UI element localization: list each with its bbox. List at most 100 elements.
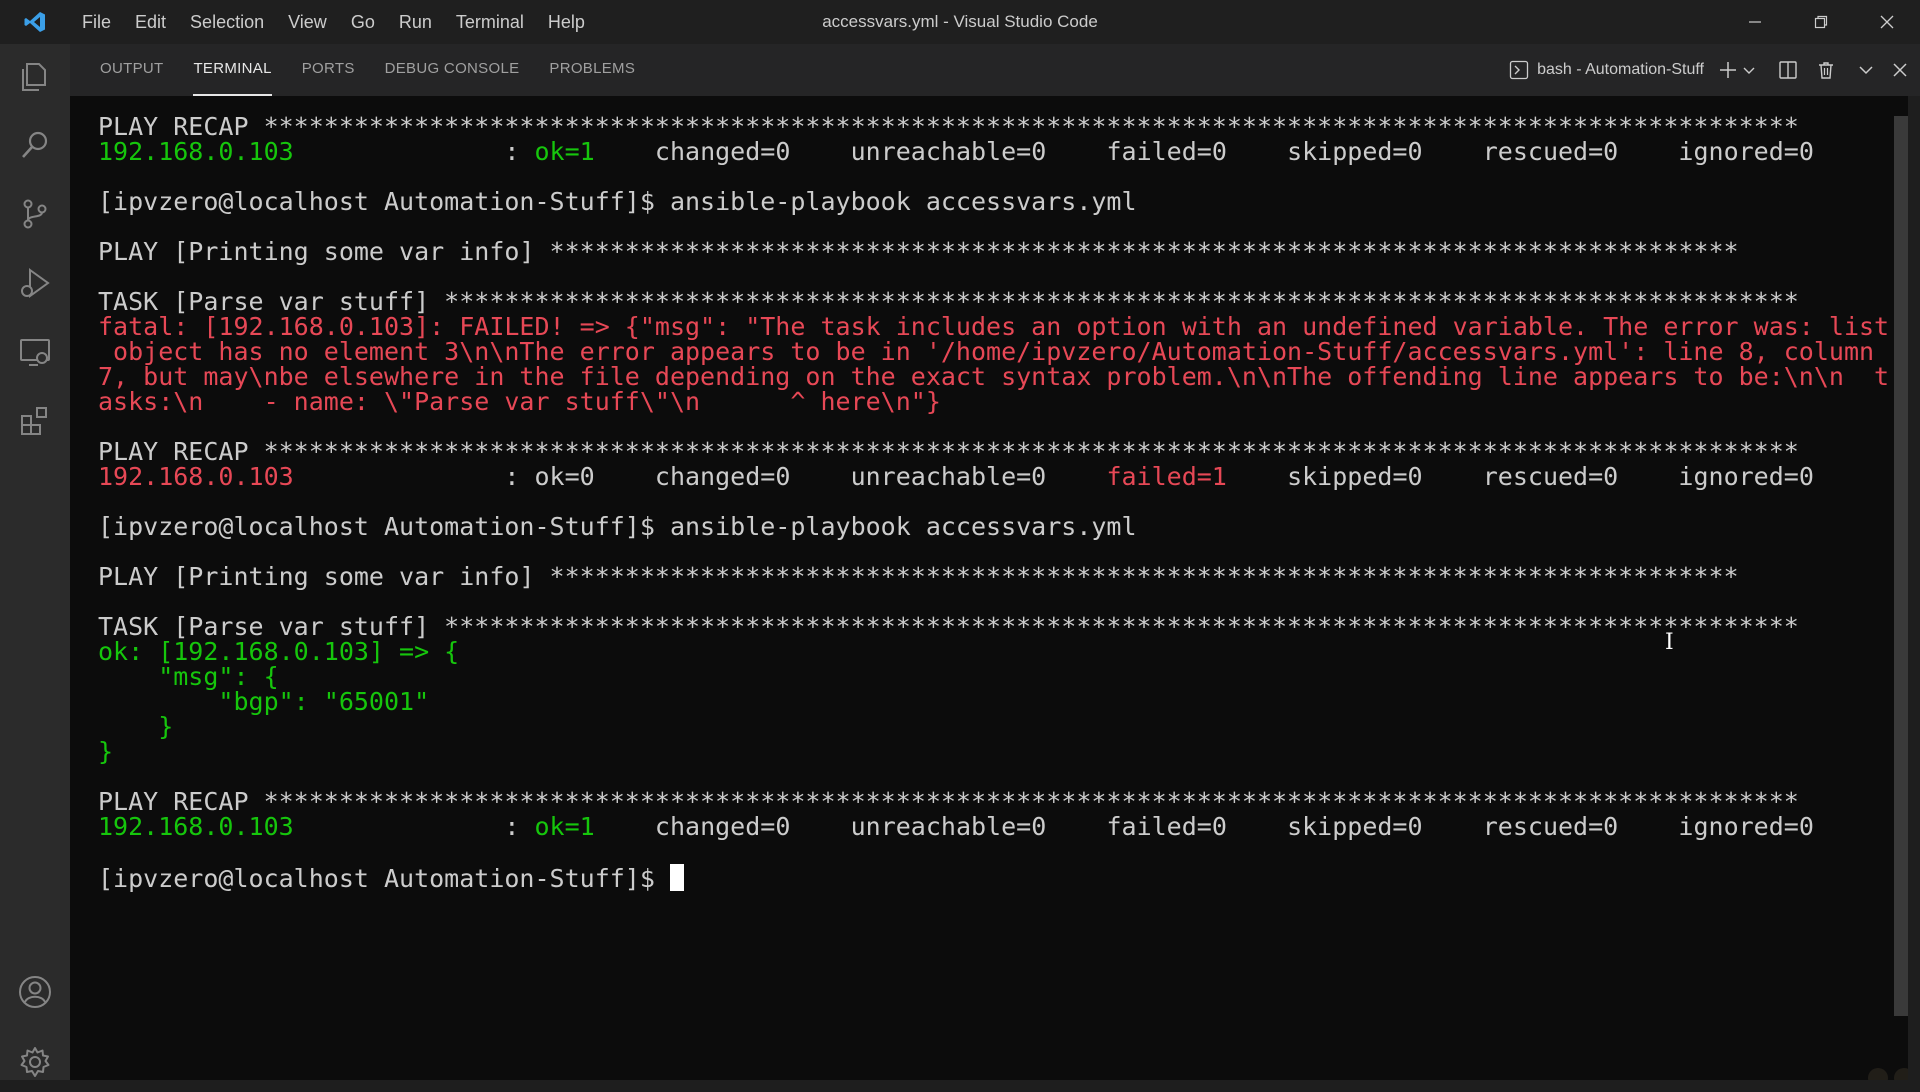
- terminal-line: PLAY [Printing some var info] **********…: [98, 564, 1889, 589]
- terminal-text-segment: PLAY [Printing some var info] **********…: [98, 237, 1739, 266]
- tab-output[interactable]: OUTPUT: [100, 44, 163, 96]
- close-window-button[interactable]: [1854, 0, 1920, 44]
- kill-terminal-button[interactable]: [1816, 60, 1836, 80]
- terminal-text-segment: :: [293, 137, 535, 166]
- restore-button[interactable]: [1788, 0, 1854, 44]
- search-icon[interactable]: [0, 115, 70, 175]
- maximize-panel-button[interactable]: [1858, 62, 1874, 78]
- terminal-line: "msg": {: [98, 664, 1889, 689]
- terminal-output[interactable]: PLAY RECAP *****************************…: [70, 96, 1908, 1080]
- terminal-text-segment: :: [293, 812, 535, 841]
- terminal-icon: [1509, 60, 1529, 80]
- terminal-text-segment: ok=1: [534, 812, 595, 841]
- panel-header: OUTPUT TERMINAL PORTS DEBUG CONSOLE PROB…: [70, 44, 1920, 96]
- terminal-text-segment: : ok=0 changed=0 unreachable=0: [293, 462, 1107, 491]
- terminal-line: 192.168.0.103 : ok=1 changed=0 unreachab…: [98, 814, 1889, 839]
- terminal-scrollbar[interactable]: [1894, 116, 1908, 1016]
- manage-gear-icon[interactable]: [0, 1032, 70, 1092]
- terminal-line: "bgp": "65001": [98, 689, 1889, 714]
- remote-explorer-icon[interactable]: [0, 322, 70, 382]
- panel-actions: bash - Automation-Stuff: [1495, 44, 1908, 96]
- terminal-line: PLAY RECAP *****************************…: [98, 789, 1889, 814]
- terminal-selector[interactable]: bash - Automation-Stuff: [1509, 60, 1704, 80]
- title-bar: File Edit Selection View Go Run Terminal…: [0, 0, 1920, 44]
- terminal-text-segment: asks:\n - name: \"Parse var stuff\"\n ^ …: [98, 387, 941, 416]
- tab-terminal[interactable]: TERMINAL: [193, 44, 272, 96]
- split-icon: [1779, 61, 1797, 79]
- terminal-line: ok: [192.168.0.103] => {: [98, 639, 1889, 664]
- plus-icon: [1720, 62, 1736, 78]
- menu-terminal[interactable]: Terminal: [444, 0, 536, 44]
- terminal-line: PLAY RECAP *****************************…: [98, 114, 1889, 139]
- terminal-line: 192.168.0.103 : ok=0 changed=0 unreachab…: [98, 464, 1889, 489]
- terminal-text-segment: skipped=0 rescued=0 ignored=0: [1226, 462, 1814, 491]
- source-control-icon[interactable]: [0, 184, 70, 244]
- chevron-down-icon: [1743, 67, 1755, 74]
- terminal-line: }: [98, 714, 1889, 739]
- menu-go[interactable]: Go: [339, 0, 387, 44]
- new-terminal-button[interactable]: [1718, 60, 1756, 80]
- terminal-line: asks:\n - name: \"Parse var stuff\"\n ^ …: [98, 389, 1889, 414]
- run-debug-icon[interactable]: [0, 253, 70, 313]
- menu-help[interactable]: Help: [536, 0, 597, 44]
- terminal-line: fatal: [192.168.0.103]: FAILED! => {"msg…: [98, 314, 1889, 339]
- close-panel-button[interactable]: [1892, 62, 1908, 78]
- terminal-text: PLAY RECAP *****************************…: [98, 114, 1889, 891]
- terminal-line: PLAY RECAP *****************************…: [98, 439, 1889, 464]
- trash-icon: [1819, 62, 1833, 79]
- menu-file[interactable]: File: [70, 0, 123, 44]
- tab-debug-console[interactable]: DEBUG CONSOLE: [385, 44, 520, 96]
- minimize-icon: [1749, 21, 1761, 23]
- terminal-text-segment: ok=1: [534, 137, 595, 166]
- chevron-down-icon: [1859, 66, 1873, 75]
- menu-selection[interactable]: Selection: [178, 0, 276, 44]
- vscode-logo-icon[interactable]: [0, 0, 70, 44]
- menu-run[interactable]: Run: [387, 0, 444, 44]
- extensions-icon[interactable]: [0, 391, 70, 451]
- tab-ports[interactable]: PORTS: [302, 44, 355, 96]
- terminal-text-segment: [ipvzero@localhost Automation-Stuff]$ an…: [98, 512, 1137, 541]
- terminal-line: 192.168.0.103 : ok=1 changed=0 unreachab…: [98, 139, 1889, 164]
- terminal-text-segment: PLAY [Printing some var info] **********…: [98, 562, 1739, 591]
- terminal-text-segment: [ipvzero@localhost Automation-Stuff]$: [98, 864, 670, 893]
- terminal-line: 7, but may\nbe elsewhere in the file dep…: [98, 364, 1889, 389]
- terminal-line: [ipvzero@localhost Automation-Stuff]$: [98, 864, 1889, 891]
- terminal-text-segment: 192.168.0.103: [98, 812, 294, 841]
- terminal-text-segment: 192.168.0.103: [98, 137, 294, 166]
- close-icon: [1880, 15, 1894, 29]
- terminal-text-segment: failed=1: [1106, 462, 1227, 491]
- minimize-button[interactable]: [1722, 0, 1788, 44]
- mouse-ibeam-cursor-icon: I: [1665, 630, 1674, 655]
- terminal-line: PLAY [Printing some var info] **********…: [98, 239, 1889, 264]
- terminal-line: TASK [Parse var stuff] *****************…: [98, 614, 1889, 639]
- menu-edit[interactable]: Edit: [123, 0, 178, 44]
- terminal-text-segment: [ipvzero@localhost Automation-Stuff]$ an…: [98, 187, 1137, 216]
- terminal-line: object has no element 3\n\nThe error app…: [98, 339, 1889, 364]
- explorer-icon[interactable]: [0, 47, 70, 107]
- watermark-logo-icon: [1868, 1068, 1908, 1080]
- terminal-cursor: [669, 864, 684, 891]
- terminal-line: [ipvzero@localhost Automation-Stuff]$ an…: [98, 514, 1889, 539]
- window-controls: [1722, 0, 1920, 44]
- menu-bar: File Edit Selection View Go Run Terminal…: [70, 0, 597, 44]
- terminal-text-segment: 192.168.0.103: [98, 462, 294, 491]
- terminal-text-segment: changed=0 unreachable=0 failed=0 skipped…: [594, 812, 1814, 841]
- tab-problems[interactable]: PROBLEMS: [549, 44, 635, 96]
- terminal-name: bash - Automation-Stuff: [1537, 61, 1704, 78]
- split-terminal-button[interactable]: [1778, 60, 1798, 80]
- activity-bar: [0, 44, 70, 1080]
- menu-view[interactable]: View: [276, 0, 339, 44]
- terminal-line: }: [98, 739, 1889, 764]
- terminal-line: [ipvzero@localhost Automation-Stuff]$ an…: [98, 189, 1889, 214]
- restore-icon: [1814, 15, 1828, 29]
- accounts-icon[interactable]: [0, 962, 70, 1022]
